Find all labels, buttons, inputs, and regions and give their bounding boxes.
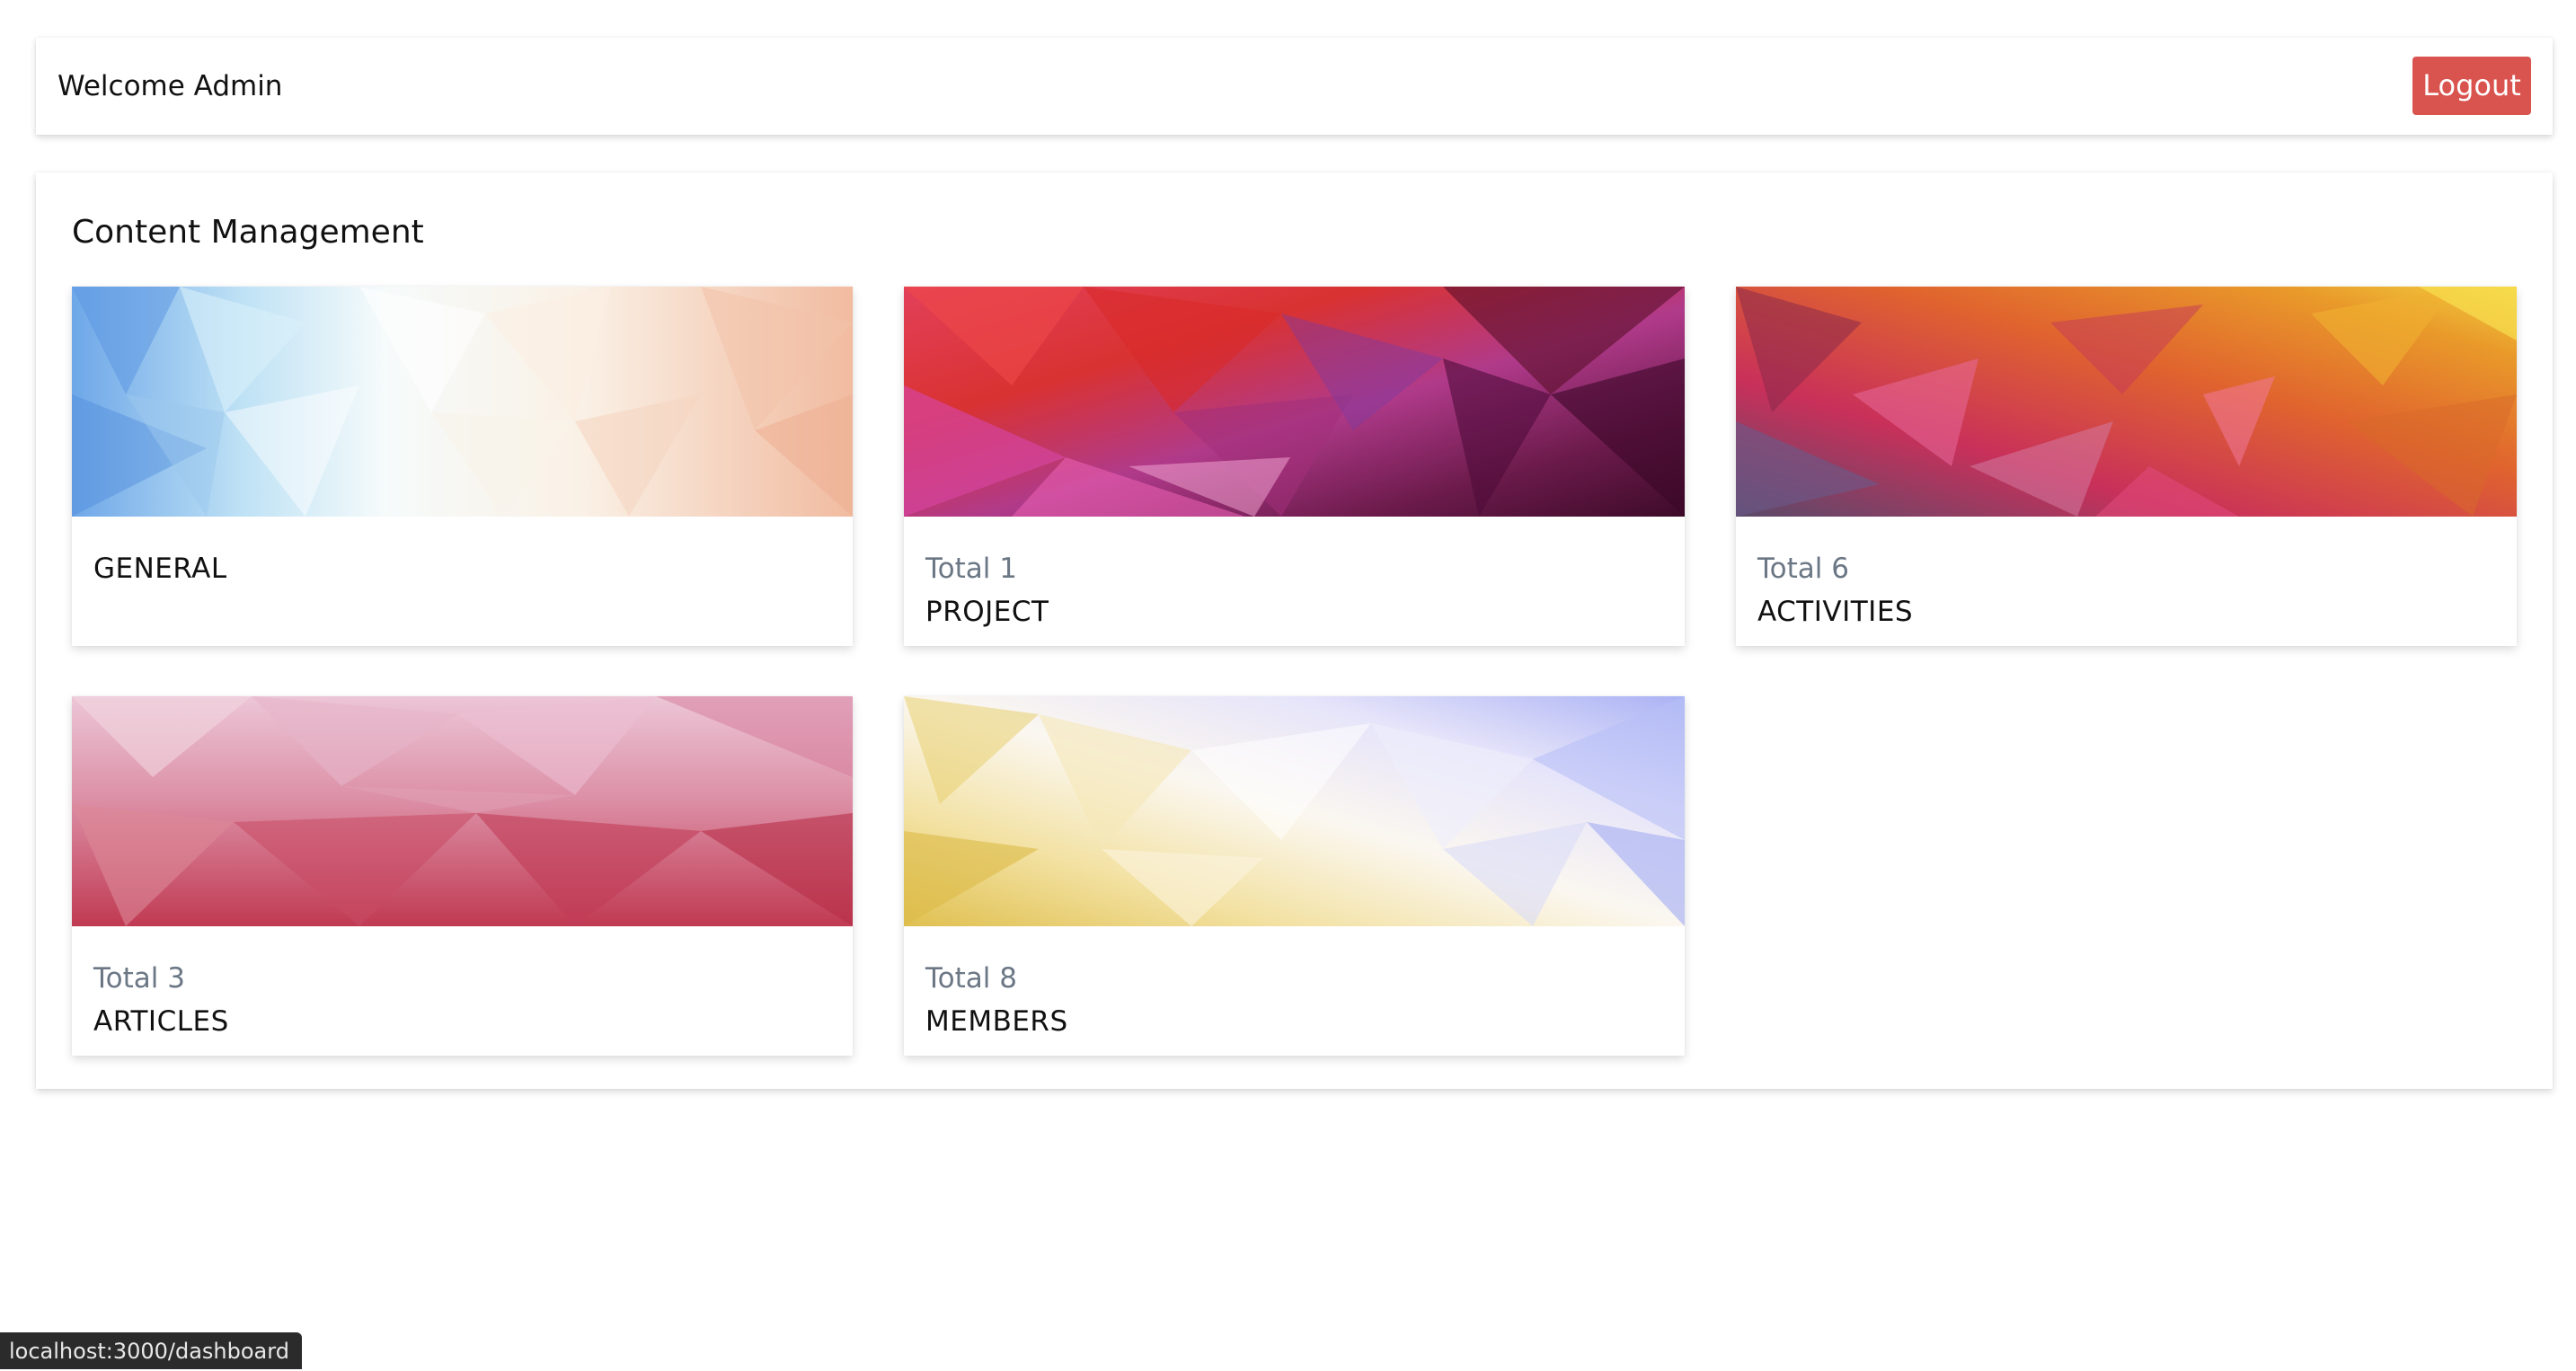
card-activities[interactable]: Total 6 ACTIVITIES [1736, 287, 2517, 646]
top-navbar: Welcome Admin Logout [36, 38, 2553, 135]
card-general[interactable]: GENERAL [72, 287, 853, 646]
card-total: Total 1 [925, 553, 1017, 585]
card-banner-image [72, 287, 853, 517]
card-members[interactable]: Total 8 MEMBERS [904, 696, 1685, 1056]
card-title: ARTICLES [93, 1005, 229, 1038]
welcome-text: Welcome Admin [58, 70, 283, 102]
card-total: Total 6 [1757, 553, 1849, 585]
card-banner-image [1736, 287, 2517, 517]
card-banner-image [904, 287, 1685, 517]
page-title: Content Management [72, 214, 424, 251]
card-title: MEMBERS [925, 1005, 1068, 1038]
card-banner-image [904, 696, 1685, 926]
card-title: ACTIVITIES [1757, 596, 1914, 628]
card-articles[interactable]: Total 3 ARTICLES [72, 696, 853, 1056]
card-banner-image [72, 696, 853, 926]
card-title: GENERAL [93, 553, 227, 585]
card-project[interactable]: Total 1 PROJECT [904, 287, 1685, 646]
status-bar-url: localhost:3000/dashboard [0, 1332, 302, 1369]
card-total: Total 3 [93, 962, 185, 995]
card-title: PROJECT [925, 596, 1049, 628]
logout-button[interactable]: Logout [2412, 57, 2531, 115]
card-total: Total 8 [925, 962, 1017, 995]
content-management-panel: Content Management GENERAL Total 1 PROJE… [36, 172, 2553, 1089]
